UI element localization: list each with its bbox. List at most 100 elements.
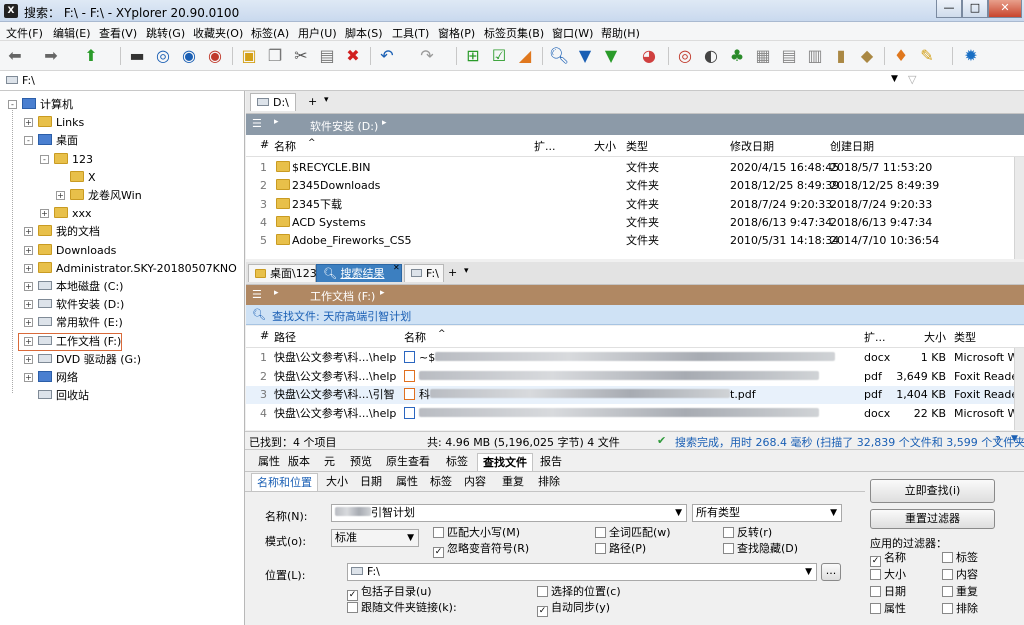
applied-filter-checkbox[interactable]: 大小 (870, 568, 906, 582)
table-row[interactable]: 5 Adobe_Fireworks_CS5 文件夹 2010/5/31 14:1… (246, 232, 1014, 250)
applied-filter-checkbox[interactable]: 属性 (870, 602, 906, 616)
pie-icon[interactable]: ◕ (638, 45, 660, 67)
add-tab-button[interactable]: + (308, 95, 317, 108)
spiral-icon[interactable]: ◎ (674, 45, 696, 67)
tree-node[interactable]: 计算机 (22, 96, 73, 114)
info-tab[interactable]: 原生查看 (381, 453, 435, 471)
search-circle-icon[interactable]: ◉ (178, 45, 200, 67)
col-name-2[interactable]: 名称 (404, 329, 426, 345)
table-row[interactable]: 1 $RECYCLE.BIN 文件夹 2020/4/15 16:48:45 20… (246, 159, 1014, 177)
pane1-breadcrumb[interactable]: ☰ ▸ 软件安装 (D:) ▸ (246, 114, 1024, 135)
tree-expander[interactable]: - (8, 100, 17, 109)
maximize-button[interactable]: □ (962, 0, 988, 18)
app-icon[interactable]: X (4, 4, 18, 18)
tree-expander[interactable]: + (24, 118, 33, 128)
redo-icon[interactable]: ↷ (416, 45, 438, 67)
tree-expander[interactable]: + (56, 191, 65, 200)
table-row[interactable]: 2 快盘\公文参考\科...\help pdf 3,649 KB Foxit R… (246, 368, 1014, 386)
tab-desktop-123[interactable]: 桌面\123 (248, 264, 317, 282)
grid-icon[interactable]: ▦ (752, 45, 774, 67)
menu-go[interactable]: 跳转(G) (146, 25, 185, 41)
col-size[interactable]: 大小 (594, 138, 616, 154)
delete-icon[interactable]: ✖ (342, 45, 364, 67)
back-arrow-icon[interactable]: ⬅ (4, 45, 26, 67)
tree-node[interactable]: Links (38, 114, 84, 132)
close-button[interactable]: ✕ (988, 0, 1022, 18)
settings-icon[interactable]: ✹ (960, 45, 982, 67)
table-row[interactable]: 2 2345Downloads 文件夹 2018/12/25 8:49:39 2… (246, 177, 1014, 195)
info-tab[interactable]: 预览 (345, 453, 377, 471)
cut-icon[interactable]: ✂ (290, 45, 312, 67)
info-tab[interactable]: 查找文件 (477, 453, 533, 471)
location-input[interactable]: F:\ ▼ (347, 563, 817, 581)
next-circle-icon[interactable]: ◉ (204, 45, 226, 67)
selected-locations-checkbox[interactable]: 选择的位置(c) (537, 585, 621, 599)
menu-view[interactable]: 查看(V) (99, 25, 137, 41)
find-icon[interactable]: 🔍︎ (548, 45, 570, 67)
col-name[interactable]: 名称 (274, 138, 296, 154)
table-row[interactable]: 1 快盘\公文参考\科...\help ~$ docx 1 KB Microso… (246, 349, 1014, 367)
find-option-tab[interactable]: 标签 (425, 473, 457, 491)
applied-filter-checkbox[interactable]: 日期 (870, 585, 906, 599)
table-row[interactable]: 3 快盘\公文参考\科...\引智 科 t.pdf pdf 1,404 KB Fo… (246, 386, 1014, 404)
moon-icon[interactable]: ◐ (700, 45, 722, 67)
info-tab[interactable]: 版本 (283, 453, 315, 471)
tree-node[interactable]: 常用软件 (E:) (38, 314, 123, 332)
menu-help[interactable]: 帮助(H) (601, 25, 640, 41)
tab-d-drive[interactable]: D:\ (250, 93, 296, 111)
match-case-checkbox[interactable]: 匹配大小写(M) (433, 526, 520, 540)
address-bar[interactable]: F:\ ▼ ▽ (0, 71, 1024, 91)
thumbs-icon[interactable]: ▤ (778, 45, 800, 67)
path-checkbox[interactable]: 路径(P) (595, 542, 646, 556)
table-row[interactable]: 4 快盘\公文参考\科...\help docx 22 KB Microsoft… (246, 405, 1014, 423)
menu-tools[interactable]: 工具(T) (392, 25, 429, 41)
palette-icon[interactable]: ♦ (890, 45, 912, 67)
follow-links-checkbox[interactable]: 跟随文件夹链接(k): (347, 601, 457, 615)
pane1-scrollbar[interactable] (1014, 157, 1024, 259)
info-tab[interactable]: 属性 (253, 453, 285, 471)
tree-node[interactable]: xxx (54, 205, 92, 223)
panel-icon[interactable]: ▥ (804, 45, 826, 67)
forward-arrow-icon[interactable]: ➡ (40, 45, 62, 67)
table-row[interactable]: 3 2345下载 文件夹 2018/7/24 9:20:33 2018/7/24… (246, 196, 1014, 214)
reset-filters-button[interactable]: 重置过滤器 (870, 509, 995, 529)
applied-filter-checkbox[interactable]: ✓ 名称 (870, 551, 906, 567)
checkbox-icon[interactable]: ☑ (488, 45, 510, 67)
target-icon[interactable]: ◎ (152, 45, 174, 67)
col-mdate[interactable]: 修改日期 (730, 138, 774, 154)
find-now-button[interactable]: 立即查找(i) (870, 479, 995, 503)
tree-expander[interactable]: + (24, 318, 33, 328)
menu-icon[interactable]: ☰ (252, 117, 262, 130)
col-path[interactable]: 路径 (274, 329, 296, 345)
find-option-tab[interactable]: 排除 (533, 473, 565, 491)
menu-icon-2[interactable]: ☰ (252, 288, 262, 301)
close-tab-icon[interactable]: ✕ (393, 263, 400, 272)
info-tab[interactable]: 标签 (441, 453, 473, 471)
tree-node[interactable]: Administrator.SKY-20180507KNO (38, 260, 237, 278)
menu-favorites[interactable]: 收藏夹(O) (193, 25, 243, 41)
tree-icon[interactable]: ♣ (726, 45, 748, 67)
find-option-tab[interactable]: 内容 (459, 473, 491, 491)
tree-toggle-icon[interactable]: ⊞ (462, 45, 484, 67)
status-menu-icon[interactable]: ▼ (1011, 434, 1018, 444)
invert-checkbox[interactable]: 反转(r) (723, 526, 772, 540)
menu-script[interactable]: 脚本(S) (345, 25, 383, 41)
include-subfolders-checkbox[interactable]: ✓ 包括子目录(u) (347, 585, 432, 601)
pane2-scrollbar[interactable] (1014, 348, 1024, 430)
find-option-tab[interactable]: 日期 (355, 473, 387, 491)
find-option-tab[interactable]: 大小 (321, 473, 353, 491)
info-tab[interactable]: 报告 (535, 453, 567, 471)
col-type-2[interactable]: 类型 (954, 329, 976, 345)
tree-expander[interactable]: + (24, 373, 33, 382)
col-cdate[interactable]: 创建日期 (830, 138, 874, 154)
col-ext[interactable]: 扩... (534, 138, 556, 154)
paste-icon[interactable]: ▤ (316, 45, 338, 67)
tree-node[interactable]: 我的文档 (38, 223, 100, 241)
add-tab-button-2[interactable]: + (448, 266, 457, 279)
applied-filter-checkbox[interactable]: 内容 (942, 568, 978, 582)
info-tab[interactable]: 元 (319, 453, 340, 471)
menu-panes[interactable]: 窗格(P) (438, 25, 475, 41)
undo-icon[interactable]: ↶ (376, 45, 398, 67)
tree-expander[interactable]: + (24, 354, 33, 364)
ignore-diacritics-checkbox[interactable]: ✓ 忽略变音符号(R) (433, 542, 529, 558)
